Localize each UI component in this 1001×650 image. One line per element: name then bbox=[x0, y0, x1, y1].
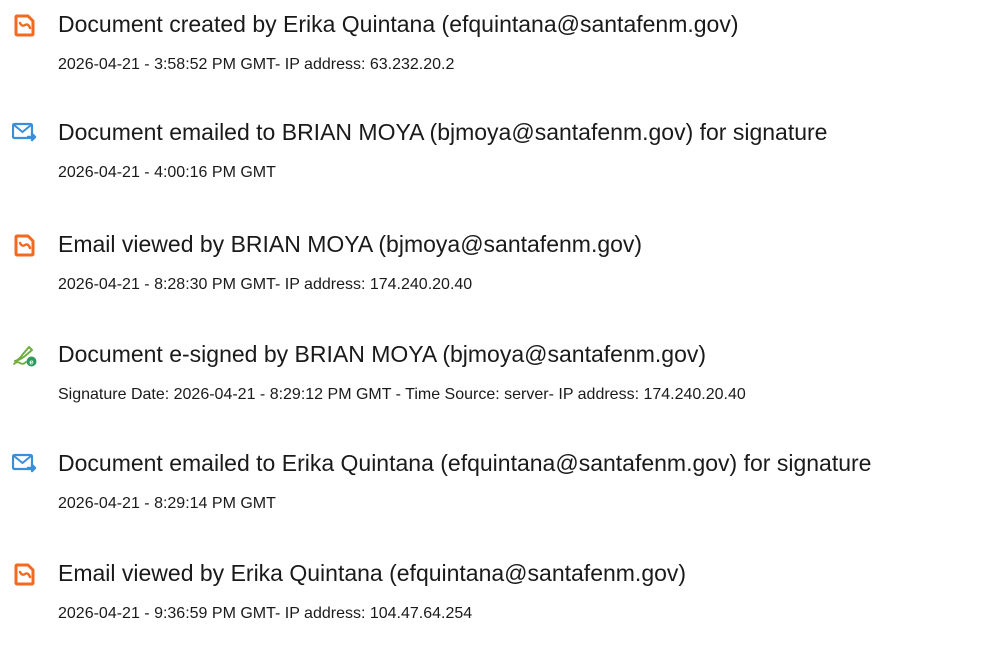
svg-text:e: e bbox=[29, 357, 33, 366]
event-title: Email viewed by BRIAN MOYA (bjmoya@santa… bbox=[58, 231, 643, 257]
event-timestamp: 2026-04-21 - 8:28:30 PM GMT- IP address:… bbox=[58, 276, 473, 293]
event-timestamp: 2026-04-21 - 9:36:59 PM GMT- IP address:… bbox=[58, 605, 473, 622]
event-timestamp: 2026-04-21 - 8:29:14 PM GMT bbox=[58, 495, 276, 512]
event-title: Document e-signed by BRIAN MOYA (bjmoya@… bbox=[58, 341, 707, 367]
event-title: Document emailed to BRIAN MOYA (bjmoya@s… bbox=[58, 119, 828, 145]
esign-icon: e bbox=[12, 342, 38, 368]
event-timestamp: 2026-04-21 - 4:00:16 PM GMT bbox=[58, 164, 276, 181]
document-icon bbox=[12, 12, 38, 38]
event-timestamp: 2026-04-21 - 3:58:52 PM GMT- IP address:… bbox=[58, 56, 455, 73]
event-title: Document created by Erika Quintana (efqu… bbox=[58, 11, 739, 37]
event-title: Email viewed by Erika Quintana (efquinta… bbox=[58, 560, 687, 586]
email-icon bbox=[11, 451, 38, 477]
document-icon bbox=[12, 232, 38, 258]
event-timestamp: Signature Date: 2026-04-21 - 8:29:12 PM … bbox=[58, 386, 746, 403]
email-icon bbox=[11, 120, 38, 146]
document-icon bbox=[12, 561, 38, 587]
event-title: Document emailed to Erika Quintana (efqu… bbox=[58, 450, 872, 476]
